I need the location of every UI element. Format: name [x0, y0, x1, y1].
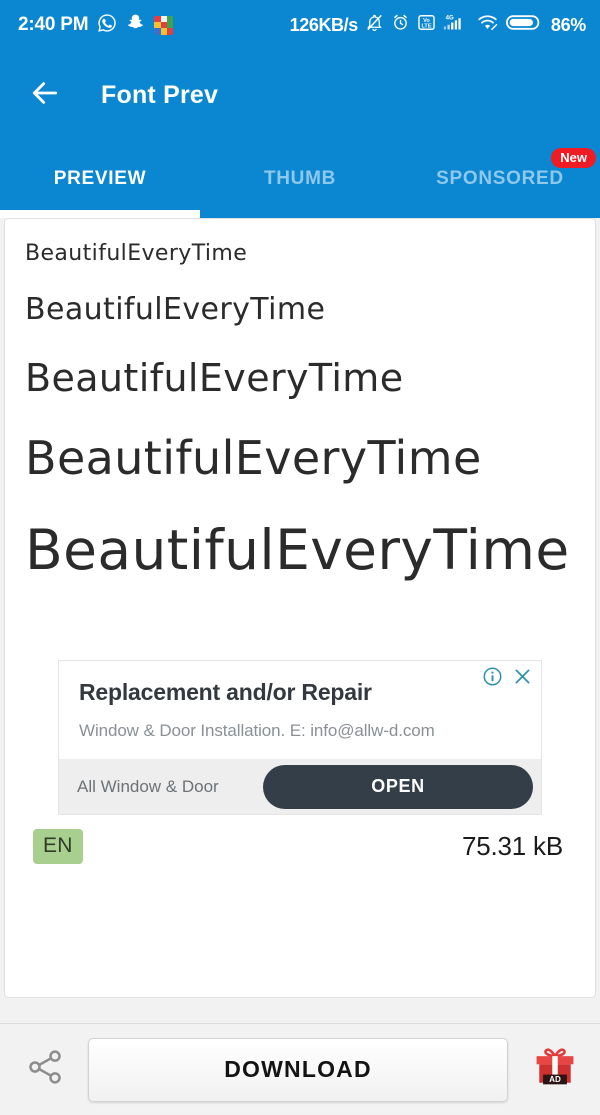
wifi-icon	[476, 13, 499, 37]
info-circle-icon[interactable]	[482, 666, 503, 692]
tab-thumb-label: THUMB	[263, 168, 337, 189]
svg-text:LTE: LTE	[421, 23, 431, 29]
advertisement[interactable]: Replacement and/or Repair Window & Door …	[58, 660, 542, 815]
status-bar-left: 2:40 PM	[18, 13, 174, 38]
font-sample-3: BeautifulEveryTime	[25, 356, 404, 400]
ad-body[interactable]: Replacement and/or Repair Window & Door …	[58, 660, 542, 759]
tab-thumb[interactable]: THUMB	[200, 140, 400, 218]
language-badge: EN	[33, 829, 83, 864]
download-button[interactable]: DOWNLOAD	[88, 1037, 508, 1102]
share-icon	[25, 1047, 65, 1092]
app-bar: Font Prev	[0, 50, 600, 140]
back-button[interactable]	[28, 78, 62, 112]
signal-4g-icon: 4G	[443, 13, 469, 38]
gift-icon: AD	[529, 1041, 581, 1098]
volte-icon: Vo LTE	[417, 13, 436, 37]
arrow-left-icon	[29, 77, 61, 114]
battery-percent-label: 86%	[550, 14, 586, 35]
font-preview-card: BeautifulEveryTime BeautifulEveryTime Be…	[4, 218, 596, 998]
app-grid-icon	[154, 15, 174, 35]
ad-footer: All Window & Door OPEN	[58, 759, 542, 815]
font-sample-5: BeautifulEveryTime	[25, 518, 570, 582]
snapchat-icon	[126, 13, 145, 37]
status-bar: 2:40 PM 126KB/s Vo LTE 4G 86%	[0, 0, 600, 50]
tab-sponsored[interactable]: SPONSORED New	[400, 140, 600, 218]
tab-bar: PREVIEW THUMB SPONSORED New	[0, 140, 600, 218]
tab-active-indicator	[0, 210, 200, 218]
share-button[interactable]	[14, 1039, 76, 1101]
ad-controls	[482, 666, 533, 692]
close-icon[interactable]	[512, 666, 533, 692]
font-meta-row: EN 75.31 kB	[5, 815, 595, 864]
status-time: 2:40 PM	[18, 14, 89, 35]
status-bar-right: 126KB/s Vo LTE 4G 86%	[289, 13, 587, 38]
svg-text:4G: 4G	[445, 15, 453, 21]
ad-advertiser-name: All Window & Door	[77, 776, 219, 796]
network-speed-label: 126KB/s	[289, 14, 359, 35]
svg-text:AD: AD	[549, 1075, 561, 1084]
whatsapp-icon	[97, 13, 117, 38]
font-sample-list: BeautifulEveryTime BeautifulEveryTime Be…	[5, 219, 595, 578]
font-sample-1: BeautifulEveryTime	[25, 241, 248, 266]
font-sample-2: BeautifulEveryTime	[25, 292, 326, 327]
bottom-action-bar: DOWNLOAD AD	[0, 1023, 600, 1115]
ad-headline: Replacement and/or Repair	[79, 679, 372, 705]
tab-preview[interactable]: PREVIEW	[0, 140, 200, 218]
gift-ad-button[interactable]: AD	[524, 1039, 586, 1101]
file-size-label: 75.31 kB	[461, 831, 563, 861]
alarm-clock-icon	[391, 13, 410, 37]
tab-preview-label: PREVIEW	[53, 168, 147, 189]
tab-new-badge: New	[551, 148, 596, 168]
font-sample-4: BeautifulEveryTime	[25, 431, 482, 485]
tab-sponsored-label: SPONSORED	[436, 168, 564, 189]
ad-open-button[interactable]: OPEN	[263, 764, 533, 809]
ad-subtitle: Window & Door Installation. E: info@allw…	[79, 720, 435, 740]
battery-icon	[505, 13, 542, 37]
bell-mute-icon	[365, 13, 384, 37]
content-area: BeautifulEveryTime BeautifulEveryTime Be…	[0, 218, 600, 1023]
page-title: Font Prev	[101, 80, 219, 109]
